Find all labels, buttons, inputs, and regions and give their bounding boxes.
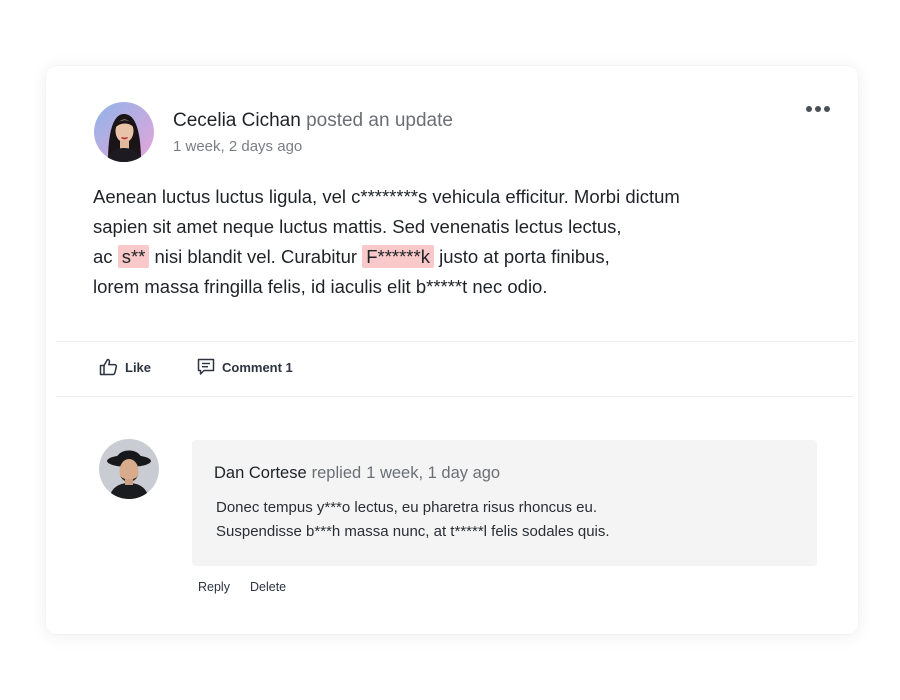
commenter-name[interactable]: Dan Cortese xyxy=(214,464,307,482)
comment-button[interactable]: Comment 1 xyxy=(197,358,293,376)
post-content: Aenean luctus luctus ligula, vel c******… xyxy=(93,182,793,302)
post-line: ac s** nisi blandit vel. Curabitur F****… xyxy=(93,242,793,272)
like-label: Like xyxy=(125,359,152,375)
post-line: Aenean luctus luctus ligula, vel c******… xyxy=(93,186,680,207)
comment-content: Donec tempus y***o lectus, eu pharetra r… xyxy=(216,496,610,544)
more-options-icon[interactable] xyxy=(806,102,830,116)
post-text: ac xyxy=(93,246,118,267)
comment-label: Comment 1 xyxy=(222,359,293,375)
more-dot xyxy=(824,106,830,112)
flagged-word: s** xyxy=(117,245,150,268)
thumbs-up-icon xyxy=(99,358,118,376)
activity-card: Cecelia Cichan posted an update 1 week, … xyxy=(46,66,858,634)
like-button[interactable]: Like xyxy=(99,358,151,376)
comment-timestamp: 1 week, 1 day ago xyxy=(366,464,501,482)
post-line: lorem massa fringilla felis, id iaculis … xyxy=(93,276,548,297)
divider xyxy=(56,341,853,342)
author-name[interactable]: Cecelia Cichan xyxy=(173,110,301,131)
reply-button[interactable]: Reply xyxy=(198,580,230,594)
comment-action-text: replied xyxy=(311,464,362,482)
comment-icon xyxy=(197,358,215,375)
post-text: nisi blandit vel. Curabitur xyxy=(149,246,363,267)
more-dot xyxy=(806,106,812,112)
comment-bubble: Dan Cortese replied 1 week, 1 day ago Done… xyxy=(192,440,817,566)
commenter-avatar[interactable] xyxy=(99,439,159,499)
comment-line: Suspendisse b***h massa nunc, at t*****l… xyxy=(216,523,610,540)
comment-header: Dan Cortese replied 1 week, 1 day ago xyxy=(214,464,500,483)
delete-button[interactable]: Delete xyxy=(250,580,286,594)
author-avatar[interactable] xyxy=(94,102,154,162)
comment-line: Donec tempus y***o lectus, eu pharetra r… xyxy=(216,499,598,516)
divider xyxy=(56,396,853,397)
post-header: Cecelia Cichan posted an update xyxy=(173,109,453,133)
flagged-word: F******k xyxy=(362,245,434,268)
post-line: sapien sit amet neque luctus mattis. Sed… xyxy=(93,216,622,237)
post-timestamp[interactable]: 1 week, 2 days ago xyxy=(173,138,302,155)
more-dot xyxy=(815,106,821,112)
post-action-text: posted an update xyxy=(306,110,453,131)
post-text: justo at porta finibus, xyxy=(433,246,610,267)
